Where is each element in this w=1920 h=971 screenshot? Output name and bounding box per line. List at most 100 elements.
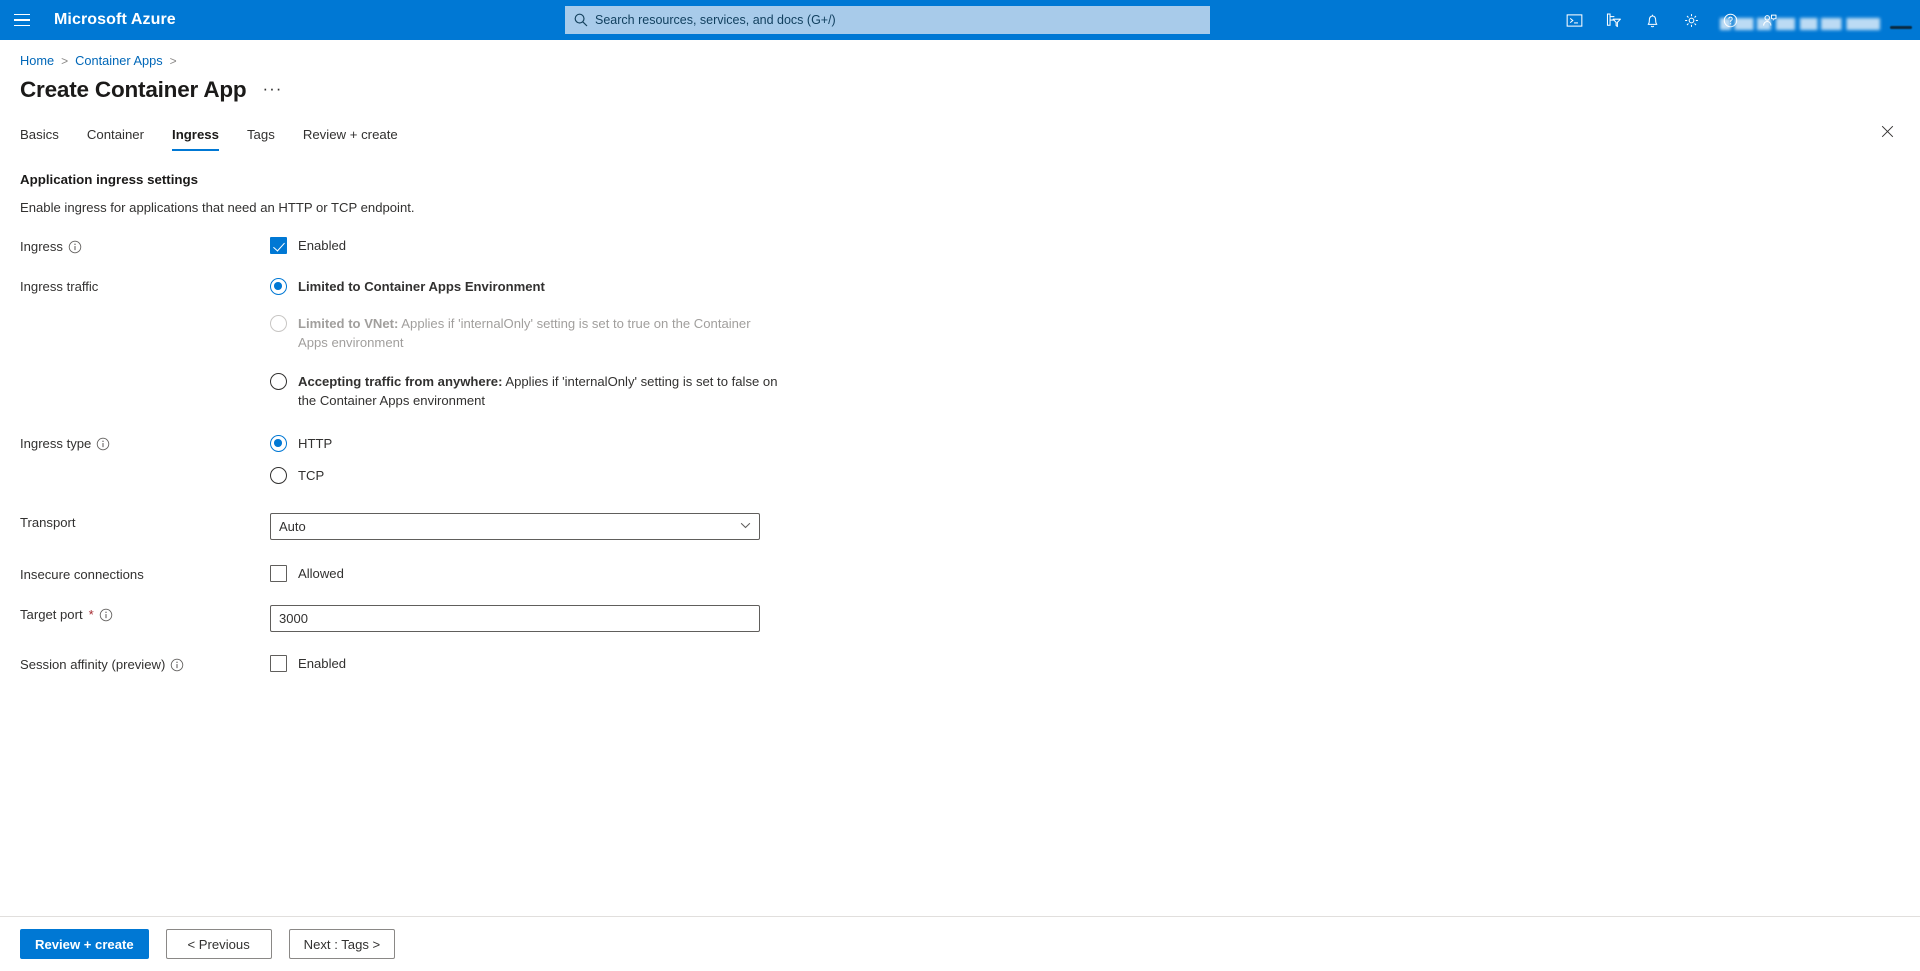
field-row-ingress-type: Ingress type HTTP TCP <box>20 434 1920 485</box>
transport-select[interactable] <box>270 513 760 540</box>
review-create-button[interactable]: Review + create <box>20 929 149 959</box>
hamburger-bar <box>14 19 30 21</box>
wizard-tabs: Basics Container Ingress Tags Review + c… <box>20 127 1920 151</box>
insecure-connections-checkbox[interactable] <box>270 565 287 582</box>
settings-gear-icon[interactable] <box>1680 9 1702 31</box>
insecure-connections-label: Insecure connections <box>20 567 144 582</box>
ingress-type-radio-group: HTTP TCP <box>270 434 1920 485</box>
radio-limited-to-environment-bold: Limited to Container Apps Environment <box>298 279 545 294</box>
next-tags-button[interactable]: Next : Tags > <box>288 929 396 959</box>
radio-limited-to-vnet-bold: Limited to VNet: <box>298 316 399 331</box>
radio-accepting-traffic-anywhere-bold: Accepting traffic from anywhere: <box>298 374 503 389</box>
radio-limited-to-vnet-button <box>270 315 287 332</box>
hamburger-bar <box>14 24 30 27</box>
session-affinity-checkbox[interactable] <box>270 655 287 672</box>
radio-limited-to-environment[interactable]: Limited to Container Apps Environment <box>270 277 1920 296</box>
directories-subscriptions-icon[interactable] <box>1602 9 1624 31</box>
session-affinity-label: Session affinity (preview) <box>20 657 166 672</box>
target-port-label: Target port <box>20 607 83 622</box>
breadcrumb-separator: > <box>61 53 69 68</box>
ingress-label-group: Ingress <box>20 237 270 254</box>
ingress-type-label: Ingress type <box>20 436 92 451</box>
field-row-insecure-connections: Insecure connections Allowed <box>20 565 1920 582</box>
insecure-connections-label-group: Insecure connections <box>20 565 270 582</box>
close-icon[interactable] <box>1876 120 1898 142</box>
radio-accepting-traffic-anywhere-text: Accepting traffic from anywhere: Applies… <box>298 372 778 410</box>
radio-ingress-type-http-label: HTTP <box>298 436 333 451</box>
radio-limited-to-vnet-text: Limited to VNet: Applies if 'internalOnl… <box>298 314 778 352</box>
cloud-shell-icon[interactable] <box>1563 9 1585 31</box>
insecure-connections-checkbox-row[interactable]: Allowed <box>270 565 1920 582</box>
radio-ingress-type-tcp-button[interactable] <box>270 467 287 484</box>
tab-ingress[interactable]: Ingress <box>172 127 219 151</box>
ingress-type-label-group: Ingress type <box>20 434 270 485</box>
global-header: Microsoft Azure <box>0 0 1920 40</box>
global-search[interactable] <box>565 6 1210 34</box>
notifications-bell-icon[interactable] <box>1641 9 1663 31</box>
field-row-target-port: Target port * <box>20 605 1920 632</box>
transport-control <box>270 513 1920 540</box>
field-row-transport: Transport <box>20 513 1920 540</box>
tab-basics[interactable]: Basics <box>20 127 59 151</box>
hamburger-bar <box>14 13 30 16</box>
ingress-traffic-label-group: Ingress traffic <box>20 277 270 410</box>
radio-accepting-traffic-anywhere-button[interactable] <box>270 373 287 390</box>
previous-button[interactable]: < Previous <box>165 929 272 959</box>
ingress-enabled-checkbox[interactable] <box>270 237 287 254</box>
account-directory-label[interactable] <box>1720 18 1880 30</box>
session-affinity-checkbox-row[interactable]: Enabled <box>270 655 1920 672</box>
breadcrumb-item-home[interactable]: Home <box>20 53 54 68</box>
hamburger-icon[interactable] <box>0 0 44 40</box>
ingress-traffic-label: Ingress traffic <box>20 279 99 294</box>
field-row-ingress: Ingress Enabled <box>20 237 1920 254</box>
tab-review-create[interactable]: Review + create <box>303 127 398 151</box>
radio-ingress-type-http-button[interactable] <box>270 435 287 452</box>
info-icon[interactable] <box>99 608 113 622</box>
radio-limited-to-environment-text: Limited to Container Apps Environment <box>298 277 545 296</box>
breadcrumb-separator: > <box>169 53 177 68</box>
session-affinity-label-group: Session affinity (preview) <box>20 655 270 672</box>
insecure-connections-control: Allowed <box>270 565 1920 582</box>
insecure-connections-checkbox-label: Allowed <box>298 566 344 581</box>
azure-brand-logo[interactable]: Microsoft Azure <box>54 11 176 29</box>
info-icon[interactable] <box>68 240 82 254</box>
search-icon <box>574 13 588 27</box>
target-port-input[interactable] <box>270 605 760 632</box>
session-affinity-control: Enabled <box>270 655 1920 672</box>
blade-body: Home > Container Apps > Create Container… <box>0 40 1920 971</box>
ingress-enabled-checkbox-row[interactable]: Enabled <box>270 237 1920 254</box>
ingress-control: Enabled <box>270 237 1920 254</box>
breadcrumb-item-container-apps[interactable]: Container Apps <box>75 53 163 68</box>
tab-container[interactable]: Container <box>87 127 144 151</box>
section-title: Application ingress settings <box>20 172 199 187</box>
info-icon[interactable] <box>96 437 110 451</box>
info-icon[interactable] <box>170 658 184 672</box>
field-row-ingress-traffic: Ingress traffic Limited to Container App… <box>20 277 1920 410</box>
required-marker: * <box>88 607 94 622</box>
breadcrumb: Home > Container Apps > <box>20 40 1920 68</box>
ingress-traffic-radio-group: Limited to Container Apps Environment Li… <box>270 277 1920 410</box>
radio-ingress-type-http[interactable]: HTTP <box>270 434 1920 453</box>
transport-select-wrap[interactable] <box>270 513 760 540</box>
target-port-label-group: Target port * <box>20 605 270 632</box>
transport-label-group: Transport <box>20 513 270 540</box>
more-actions-button[interactable]: ··· <box>262 80 282 97</box>
search-input[interactable] <box>595 13 1202 27</box>
radio-limited-to-vnet: Limited to VNet: Applies if 'internalOnl… <box>270 314 1920 352</box>
ingress-enabled-label: Enabled <box>298 238 347 253</box>
radio-ingress-type-tcp-label: TCP <box>298 468 325 483</box>
account-underline <box>1890 26 1912 29</box>
radio-limited-to-environment-button[interactable] <box>270 278 287 295</box>
field-row-session-affinity: Session affinity (preview) Enabled <box>20 655 1920 672</box>
radio-accepting-traffic-anywhere[interactable]: Accepting traffic from anywhere: Applies… <box>270 372 1920 410</box>
create-container-app-blade: Home > Container Apps > Create Container… <box>0 40 1920 672</box>
tab-tags[interactable]: Tags <box>247 127 275 151</box>
page-title: Create Container App <box>20 77 247 102</box>
session-affinity-checkbox-label: Enabled <box>298 656 347 671</box>
target-port-control <box>270 605 1920 632</box>
radio-ingress-type-tcp[interactable]: TCP <box>270 466 1920 485</box>
section-description: Enable ingress for applications that nee… <box>20 200 415 215</box>
ingress-label: Ingress <box>20 239 63 254</box>
wizard-footer: Review + create < Previous Next : Tags > <box>0 916 1920 971</box>
transport-label: Transport <box>20 515 76 530</box>
